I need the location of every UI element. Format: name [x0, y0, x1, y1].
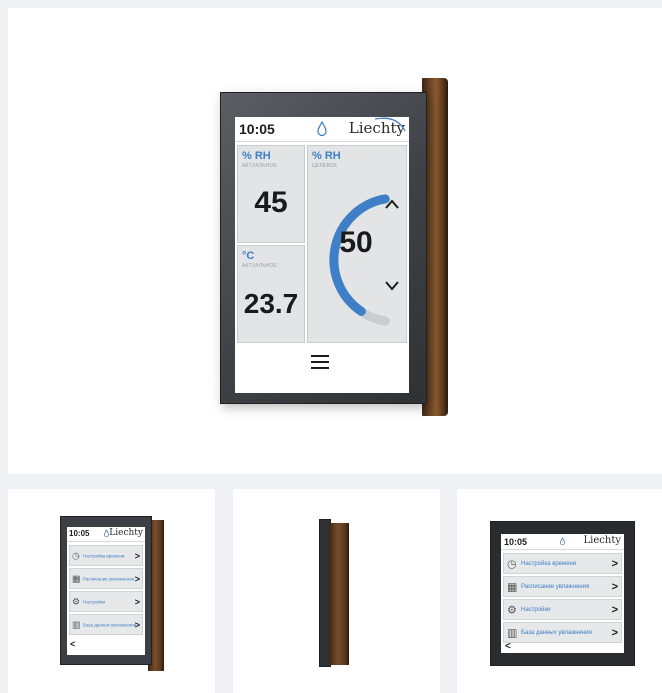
water-drop-icon	[317, 121, 327, 137]
thumbnail-front-menu[interactable]: 10:05 Liechty ◷ Настройка времени > ▦ Ра…	[457, 489, 662, 693]
chart-icon: ▥	[507, 627, 518, 639]
screen-header: 10:05 Liechty	[235, 117, 409, 142]
menu-item-settings[interactable]: ⚙ Настройки >	[503, 599, 622, 620]
clock-time: 10:05	[69, 529, 90, 538]
temperature-tile[interactable]: °C АКТУАЛЬНОЕ 23.7	[237, 245, 305, 343]
temperature-value: 23.7	[243, 288, 299, 319]
chevron-right-icon: >	[134, 550, 140, 561]
temperature-unit: °C	[242, 250, 255, 262]
chevron-right-icon: >	[611, 626, 618, 639]
menu-item-label: Расписание увлажнения	[83, 576, 135, 581]
gear-icon: ⚙	[507, 604, 517, 616]
device-screen: 10:05 Liechty ◷ Настройка времени > ▦ Ра…	[67, 527, 145, 655]
chart-icon: ▥	[72, 619, 81, 629]
screen-header: 10:05 Liechty	[67, 527, 145, 542]
device-frame: 10:05 Liechty ◷ Настройка времени > ▦ Ра…	[490, 521, 635, 666]
clock-time: 10:05	[239, 121, 275, 137]
device-screen: 10:05 Liechty ◷ Настройка времени > ▦ Ра…	[501, 534, 624, 653]
calendar-icon: ▦	[507, 581, 518, 593]
brand-swoosh-icon	[374, 117, 406, 132]
clock-icon: ◷	[72, 550, 80, 560]
chevron-up-icon[interactable]	[384, 198, 400, 210]
menu-item-humidity-database[interactable]: ▥ База данных увлажнения >	[69, 614, 143, 635]
menu-item-label: Настройка времени	[83, 553, 125, 558]
menu-item-label: База данных увлажнения	[83, 622, 137, 627]
chevron-right-icon: >	[611, 603, 618, 616]
menu-item-humidification-schedule[interactable]: ▦ Расписание увлажнения >	[503, 576, 622, 597]
humidity-sub-label: АКТУАЛЬНОЕ	[242, 163, 277, 169]
thermostat-device: 10:05 Liechty % RH АКТУАЛЬНОЕ 45 °C АКТУ…	[220, 72, 470, 417]
chevron-down-icon[interactable]	[384, 280, 400, 292]
temperature-sub-label: АКТУАЛЬНОЕ	[242, 263, 277, 269]
menu-item-settings[interactable]: ⚙ Настройки >	[69, 591, 143, 612]
main-product-image[interactable]: 10:05 Liechty % RH АКТУАЛЬНОЕ 45 °C АКТУ…	[8, 8, 662, 474]
setpoint-unit: % RH	[312, 150, 341, 162]
humidity-unit: % RH	[242, 150, 271, 162]
setpoint-tile[interactable]: % RH ЦЕЛЕВОЕ 50	[307, 145, 407, 343]
menu-item-label: Настройки	[521, 606, 551, 613]
device-frame: 10:05 Liechty % RH АКТУАЛЬНОЕ 45 °C АКТУ…	[220, 92, 427, 404]
clock-icon: ◷	[507, 558, 517, 570]
menu-item-label: Настройка времени	[521, 560, 577, 567]
device-screen: 10:05 Liechty % RH АКТУАЛЬНОЕ 45 °C АКТУ…	[235, 117, 409, 393]
device-frame: 10:05 Liechty ◷ Настройка времени > ▦ Ра…	[60, 516, 152, 665]
water-drop-icon	[560, 537, 565, 546]
clock-time: 10:05	[504, 537, 528, 547]
hamburger-menu-icon[interactable]	[310, 353, 330, 371]
chevron-right-icon: >	[134, 619, 140, 630]
thumbnail-side-profile[interactable]	[233, 489, 440, 693]
setpoint-value: 50	[339, 226, 373, 259]
brand-logo: Liechty	[583, 535, 621, 546]
back-arrow-icon[interactable]: <	[70, 639, 75, 649]
menu-item-label: Расписание увлажнения	[521, 583, 590, 590]
chevron-right-icon: >	[611, 557, 618, 570]
menu-item-label: База данных увлажнения	[521, 629, 592, 636]
menu-item-time-settings[interactable]: ◷ Настройка времени >	[69, 545, 143, 566]
screen-header: 10:05 Liechty	[501, 534, 624, 550]
chevron-right-icon: >	[134, 573, 140, 584]
brand-logo: Liechty	[109, 528, 143, 538]
humidity-tile[interactable]: % RH АКТУАЛЬНОЕ 45	[237, 145, 305, 243]
chevron-right-icon: >	[134, 596, 140, 607]
back-arrow-icon[interactable]: <	[505, 641, 511, 652]
gear-icon: ⚙	[72, 596, 81, 606]
humidity-value: 45	[254, 186, 288, 219]
menu-item-humidity-database[interactable]: ▥ База данных увлажнения >	[503, 622, 622, 643]
chevron-right-icon: >	[611, 580, 618, 593]
wood-side-panel	[329, 523, 349, 665]
calendar-icon: ▦	[72, 573, 81, 583]
menu-item-label: Настройки	[83, 599, 106, 604]
menu-item-humidification-schedule[interactable]: ▦ Расписание увлажнения >	[69, 568, 143, 589]
thumbnail-angled-menu[interactable]: 10:05 Liechty ◷ Настройка времени > ▦ Ра…	[8, 489, 215, 693]
menu-item-time-settings[interactable]: ◷ Настройка времени >	[503, 553, 622, 574]
